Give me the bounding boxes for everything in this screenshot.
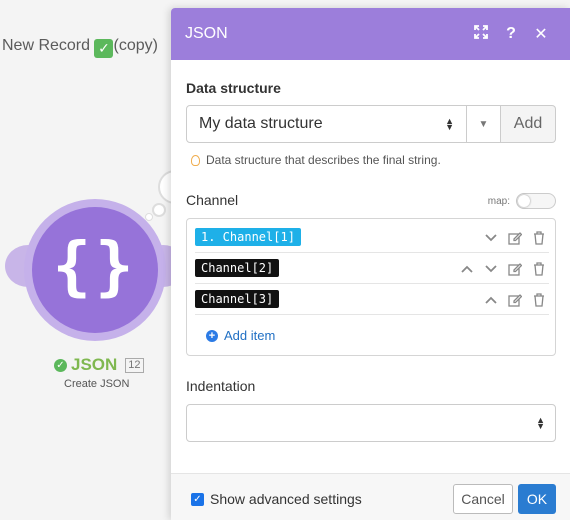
channel-item-3[interactable]: Channel[3] [195, 284, 549, 315]
show-advanced-settings[interactable]: ✓ Show advanced settings [191, 491, 362, 507]
help-icon[interactable]: ? [496, 25, 526, 43]
add-data-structure-button[interactable]: Add [501, 105, 556, 143]
json-module-node-core[interactable]: {} [32, 207, 158, 333]
add-item-button[interactable]: + Add item [206, 328, 275, 343]
delete-icon[interactable] [529, 259, 549, 279]
indentation-label: Indentation [186, 378, 256, 394]
plus-circle-icon: + [206, 329, 218, 342]
map-toggle-group: map: [488, 193, 556, 209]
delete-icon[interactable] [529, 228, 549, 248]
data-structure-label: Data structure [186, 80, 281, 96]
panel-header: JSON ? ✕ [171, 8, 570, 60]
node-label: ✓ JSON 12 [54, 355, 144, 375]
ok-button[interactable]: OK [518, 484, 556, 514]
background-title-text: New Record [2, 37, 91, 54]
braces-icon: {} [52, 230, 138, 304]
expand-icon[interactable] [466, 24, 496, 44]
channel-tag[interactable]: Channel[2] [195, 259, 280, 277]
node-subtitle: Create JSON [64, 378, 130, 390]
data-structure-dropdown-button[interactable]: ▼ [467, 105, 501, 143]
edit-icon[interactable] [505, 290, 525, 310]
panel-footer: ✓ Show advanced settings Cancel OK [171, 473, 570, 520]
channel-tag[interactable]: Channel[3] [195, 290, 280, 308]
move-down-icon[interactable] [481, 228, 501, 248]
select-arrows-icon: ▲ ▼ [445, 116, 454, 132]
show-advanced-label: Show advanced settings [210, 491, 362, 507]
background-title-suffix: (copy) [113, 37, 158, 54]
toggle-knob [518, 195, 530, 207]
data-structure-value: My data structure [199, 115, 323, 132]
channel-item-actions [457, 253, 549, 284]
map-label: map: [487, 195, 510, 207]
caret-down-icon: ▼ [478, 118, 489, 130]
cancel-button[interactable]: Cancel [453, 484, 513, 514]
close-icon[interactable]: ✕ [526, 24, 556, 44]
note-bubble-dot [152, 203, 166, 217]
channel-item-1[interactable]: 1. Channel[1] [195, 222, 549, 253]
check-icon: ✓ [54, 358, 67, 372]
channel-label: Channel [186, 192, 239, 208]
note-bubble-dot-small [145, 213, 153, 221]
panel-title: JSON [185, 25, 228, 42]
data-structure-hint: Data structure that describes the final … [191, 153, 441, 167]
node-name: JSON [71, 355, 118, 374]
move-down-icon[interactable] [481, 259, 501, 279]
move-up-icon[interactable] [481, 290, 501, 310]
node-number-badge: 12 [125, 357, 144, 373]
advanced-settings-checkbox[interactable]: ✓ [191, 492, 204, 506]
channel-tag[interactable]: 1. Channel[1] [195, 228, 301, 246]
move-up-icon[interactable] [457, 259, 477, 279]
json-module-panel: JSON ? ✕ Data structure My data structur… [171, 8, 570, 520]
channel-item-2[interactable]: Channel[2] [195, 253, 549, 284]
edit-icon[interactable] [505, 259, 525, 279]
checkmark-icon: ✓ [94, 39, 114, 58]
indentation-select[interactable]: ▲ ▼ [186, 404, 556, 442]
map-toggle[interactable] [516, 193, 556, 209]
channel-item-actions [481, 222, 549, 253]
data-structure-select[interactable]: My data structure ▲ ▼ [186, 105, 467, 143]
lightbulb-icon [191, 154, 200, 166]
delete-icon[interactable] [529, 290, 549, 310]
data-structure-row: My data structure ▲ ▼ ▼ Add [186, 105, 556, 143]
select-arrows-icon: ▲ ▼ [536, 415, 545, 431]
channel-item-actions [481, 284, 549, 315]
edit-icon[interactable] [505, 228, 525, 248]
hint-text: Data structure that describes the final … [206, 153, 441, 167]
add-item-label: Add item [224, 328, 276, 343]
background-scenario-title: New Record ✓ (copy) [2, 37, 158, 58]
channel-list: 1. Channel[1] Channel[2] Channel[3] + Ad… [186, 218, 556, 356]
